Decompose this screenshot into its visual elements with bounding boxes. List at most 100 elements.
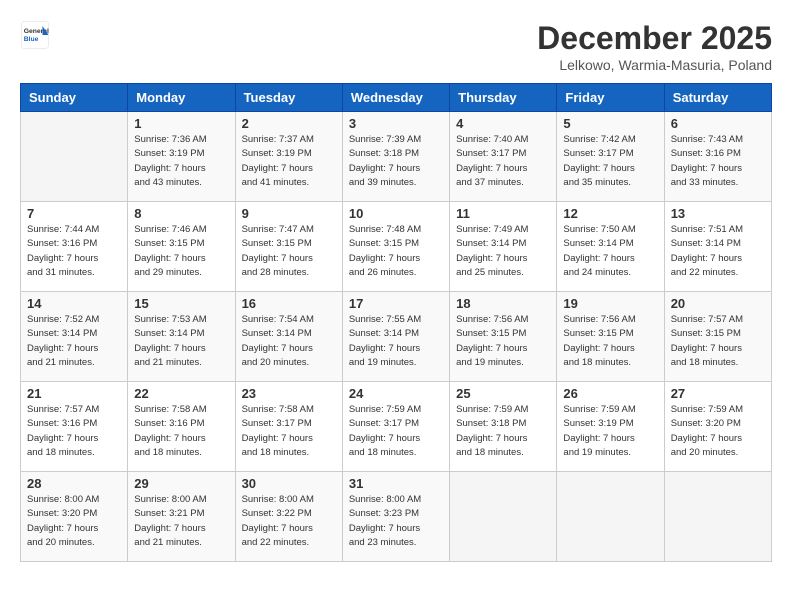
- calendar-cell: 2 Sunrise: 7:37 AMSunset: 3:19 PMDaylight…: [235, 112, 342, 202]
- month-title: December 2025: [537, 20, 772, 57]
- calendar-cell: 27 Sunrise: 7:59 AMSunset: 3:20 PMDayligh…: [664, 382, 771, 472]
- calendar-header-row: SundayMondayTuesdayWednesdayThursdayFrid…: [21, 84, 772, 112]
- day-info: Sunrise: 7:46 AMSunset: 3:15 PMDaylight:…: [134, 223, 228, 280]
- calendar-table: SundayMondayTuesdayWednesdayThursdayFrid…: [20, 83, 772, 562]
- day-info: Sunrise: 7:53 AMSunset: 3:14 PMDaylight:…: [134, 313, 228, 370]
- calendar-cell: 28 Sunrise: 8:00 AMSunset: 3:20 PMDayligh…: [21, 472, 128, 562]
- day-info: Sunrise: 7:36 AMSunset: 3:19 PMDaylight:…: [134, 133, 228, 190]
- calendar-cell: 7 Sunrise: 7:44 AMSunset: 3:16 PMDaylight…: [21, 202, 128, 292]
- day-info: Sunrise: 7:55 AMSunset: 3:14 PMDaylight:…: [349, 313, 443, 370]
- day-number: 9: [242, 206, 336, 221]
- week-row-2: 7 Sunrise: 7:44 AMSunset: 3:16 PMDaylight…: [21, 202, 772, 292]
- column-header-thursday: Thursday: [450, 84, 557, 112]
- day-number: 12: [563, 206, 657, 221]
- calendar-cell: [21, 112, 128, 202]
- day-info: Sunrise: 7:37 AMSunset: 3:19 PMDaylight:…: [242, 133, 336, 190]
- calendar-cell: 18 Sunrise: 7:56 AMSunset: 3:15 PMDayligh…: [450, 292, 557, 382]
- day-number: 2: [242, 116, 336, 131]
- day-info: Sunrise: 7:49 AMSunset: 3:14 PMDaylight:…: [456, 223, 550, 280]
- day-number: 26: [563, 386, 657, 401]
- day-info: Sunrise: 7:39 AMSunset: 3:18 PMDaylight:…: [349, 133, 443, 190]
- day-number: 27: [671, 386, 765, 401]
- day-info: Sunrise: 7:56 AMSunset: 3:15 PMDaylight:…: [563, 313, 657, 370]
- calendar-cell: 10 Sunrise: 7:48 AMSunset: 3:15 PMDayligh…: [342, 202, 449, 292]
- title-block: December 2025 Lelkowo, Warmia-Masuria, P…: [537, 20, 772, 73]
- day-number: 15: [134, 296, 228, 311]
- column-header-monday: Monday: [128, 84, 235, 112]
- day-info: Sunrise: 7:51 AMSunset: 3:14 PMDaylight:…: [671, 223, 765, 280]
- calendar-cell: 26 Sunrise: 7:59 AMSunset: 3:19 PMDayligh…: [557, 382, 664, 472]
- calendar-cell: 4 Sunrise: 7:40 AMSunset: 3:17 PMDaylight…: [450, 112, 557, 202]
- week-row-3: 14Sunrise: 7:52 AMSunset: 3:14 PMDayligh…: [21, 292, 772, 382]
- day-info: Sunrise: 8:00 AMSunset: 3:23 PMDaylight:…: [349, 493, 443, 550]
- calendar-cell: 6 Sunrise: 7:43 AMSunset: 3:16 PMDaylight…: [664, 112, 771, 202]
- day-info: Sunrise: 7:57 AMSunset: 3:16 PMDaylight:…: [27, 403, 121, 460]
- calendar-cell: [450, 472, 557, 562]
- column-header-sunday: Sunday: [21, 84, 128, 112]
- week-row-1: 1 Sunrise: 7:36 AMSunset: 3:19 PMDaylight…: [21, 112, 772, 202]
- column-header-tuesday: Tuesday: [235, 84, 342, 112]
- calendar-cell: 24Sunrise: 7:59 AMSunset: 3:17 PMDayligh…: [342, 382, 449, 472]
- calendar-cell: 17Sunrise: 7:55 AMSunset: 3:14 PMDayligh…: [342, 292, 449, 382]
- day-info: Sunrise: 8:00 AMSunset: 3:22 PMDaylight:…: [242, 493, 336, 550]
- calendar-cell: 20Sunrise: 7:57 AMSunset: 3:15 PMDayligh…: [664, 292, 771, 382]
- day-info: Sunrise: 7:47 AMSunset: 3:15 PMDaylight:…: [242, 223, 336, 280]
- day-number: 1: [134, 116, 228, 131]
- day-number: 8: [134, 206, 228, 221]
- day-number: 21: [27, 386, 121, 401]
- day-number: 4: [456, 116, 550, 131]
- calendar-cell: 25Sunrise: 7:59 AMSunset: 3:18 PMDayligh…: [450, 382, 557, 472]
- column-header-friday: Friday: [557, 84, 664, 112]
- day-number: 10: [349, 206, 443, 221]
- calendar-cell: 3Sunrise: 7:39 AMSunset: 3:18 PMDaylight…: [342, 112, 449, 202]
- day-number: 18: [456, 296, 550, 311]
- page-header: General Blue December 2025 Lelkowo, Warm…: [20, 20, 772, 73]
- day-number: 25: [456, 386, 550, 401]
- day-info: Sunrise: 7:59 AMSunset: 3:19 PMDaylight:…: [563, 403, 657, 460]
- logo-icon: General Blue: [20, 20, 50, 50]
- day-number: 23: [242, 386, 336, 401]
- calendar-cell: 12Sunrise: 7:50 AMSunset: 3:14 PMDayligh…: [557, 202, 664, 292]
- logo: General Blue: [20, 20, 50, 50]
- calendar-cell: 16Sunrise: 7:54 AMSunset: 3:14 PMDayligh…: [235, 292, 342, 382]
- day-info: Sunrise: 7:59 AMSunset: 3:20 PMDaylight:…: [671, 403, 765, 460]
- calendar-cell: 9 Sunrise: 7:47 AMSunset: 3:15 PMDaylight…: [235, 202, 342, 292]
- day-number: 19: [563, 296, 657, 311]
- day-info: Sunrise: 7:57 AMSunset: 3:15 PMDaylight:…: [671, 313, 765, 370]
- calendar-cell: 8 Sunrise: 7:46 AMSunset: 3:15 PMDaylight…: [128, 202, 235, 292]
- calendar-cell: [664, 472, 771, 562]
- calendar-cell: 15 Sunrise: 7:53 AMSunset: 3:14 PMDayligh…: [128, 292, 235, 382]
- day-info: Sunrise: 7:42 AMSunset: 3:17 PMDaylight:…: [563, 133, 657, 190]
- calendar-cell: 11Sunrise: 7:49 AMSunset: 3:14 PMDayligh…: [450, 202, 557, 292]
- svg-text:Blue: Blue: [24, 36, 39, 43]
- location: Lelkowo, Warmia-Masuria, Poland: [537, 57, 772, 73]
- day-number: 31: [349, 476, 443, 491]
- day-info: Sunrise: 7:48 AMSunset: 3:15 PMDaylight:…: [349, 223, 443, 280]
- day-number: 5: [563, 116, 657, 131]
- day-info: Sunrise: 7:44 AMSunset: 3:16 PMDaylight:…: [27, 223, 121, 280]
- day-number: 24: [349, 386, 443, 401]
- calendar-cell: 29Sunrise: 8:00 AMSunset: 3:21 PMDayligh…: [128, 472, 235, 562]
- day-info: Sunrise: 8:00 AMSunset: 3:20 PMDaylight:…: [27, 493, 121, 550]
- calendar-cell: [557, 472, 664, 562]
- calendar-cell: 19 Sunrise: 7:56 AMSunset: 3:15 PMDayligh…: [557, 292, 664, 382]
- calendar-cell: 13 Sunrise: 7:51 AMSunset: 3:14 PMDayligh…: [664, 202, 771, 292]
- calendar-cell: 21 Sunrise: 7:57 AMSunset: 3:16 PMDayligh…: [21, 382, 128, 472]
- calendar-cell: 14Sunrise: 7:52 AMSunset: 3:14 PMDayligh…: [21, 292, 128, 382]
- day-number: 13: [671, 206, 765, 221]
- day-info: Sunrise: 7:58 AMSunset: 3:17 PMDaylight:…: [242, 403, 336, 460]
- calendar-cell: 5 Sunrise: 7:42 AMSunset: 3:17 PMDaylight…: [557, 112, 664, 202]
- calendar-cell: 31 Sunrise: 8:00 AMSunset: 3:23 PMDayligh…: [342, 472, 449, 562]
- day-info: Sunrise: 7:54 AMSunset: 3:14 PMDaylight:…: [242, 313, 336, 370]
- day-info: Sunrise: 8:00 AMSunset: 3:21 PMDaylight:…: [134, 493, 228, 550]
- day-info: Sunrise: 7:40 AMSunset: 3:17 PMDaylight:…: [456, 133, 550, 190]
- column-header-saturday: Saturday: [664, 84, 771, 112]
- day-info: Sunrise: 7:56 AMSunset: 3:15 PMDaylight:…: [456, 313, 550, 370]
- day-number: 7: [27, 206, 121, 221]
- week-row-5: 28 Sunrise: 8:00 AMSunset: 3:20 PMDayligh…: [21, 472, 772, 562]
- day-number: 28: [27, 476, 121, 491]
- day-info: Sunrise: 7:52 AMSunset: 3:14 PMDaylight:…: [27, 313, 121, 370]
- day-number: 6: [671, 116, 765, 131]
- day-info: Sunrise: 7:43 AMSunset: 3:16 PMDaylight:…: [671, 133, 765, 190]
- calendar-cell: 1 Sunrise: 7:36 AMSunset: 3:19 PMDaylight…: [128, 112, 235, 202]
